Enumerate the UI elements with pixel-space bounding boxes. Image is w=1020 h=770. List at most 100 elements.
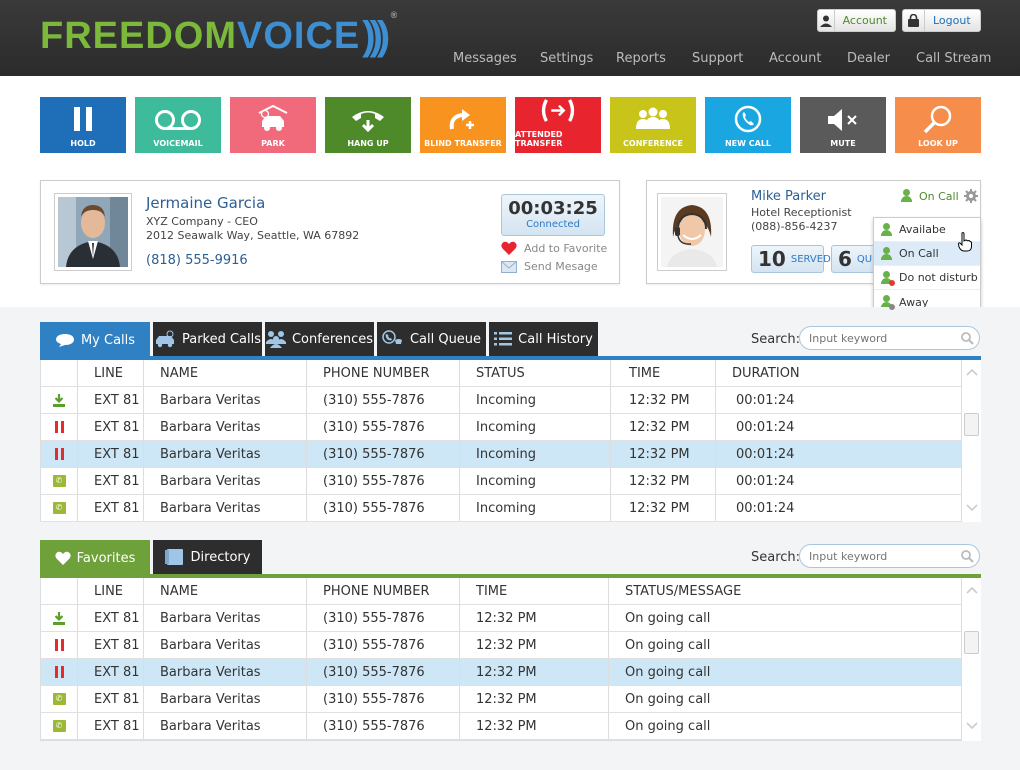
speech-bubble-icon (55, 334, 74, 347)
attended-transfer-button[interactable]: ATTENDED TRANSFER (515, 97, 601, 153)
fav-cell-phone: (310) 555-7876 (307, 632, 460, 658)
tab-conferences[interactable]: Conferences (265, 322, 374, 356)
book-icon (164, 549, 183, 565)
tab-favorites[interactable]: Favorites (40, 540, 150, 576)
fav-row[interactable]: ✆ EXT 81 Barbara Veritas (310) 555-7876 12:3… (41, 713, 981, 740)
calls-cell-time: 12:32 PM (611, 495, 716, 521)
call-queue-icon (382, 330, 402, 344)
fav-row[interactable]: EXT 81 Barbara Veritas (310) 555-7876 12:32… (41, 605, 981, 632)
calls-cell-line: EXT 81 (78, 468, 144, 494)
call-timer-value: 00:03:25 (508, 198, 598, 219)
tab-call-history[interactable]: Call History (489, 322, 598, 356)
calls-table-scrollbar[interactable] (961, 360, 981, 522)
mute-icon (828, 109, 857, 131)
person-icon (880, 222, 893, 237)
fav-cell-time: 12:32 PM (460, 605, 609, 631)
attended-transfer-icon (541, 99, 575, 122)
agent-status-toggle[interactable]: On Call (900, 189, 978, 203)
fav-row[interactable]: ✆ EXT 81 Barbara Veritas (310) 555-7876 12:3… (41, 686, 981, 713)
hold-button[interactable]: HOLD (40, 97, 126, 153)
mute-button[interactable]: MUTE (800, 97, 886, 153)
calls-cell-name: Barbara Veritas (144, 414, 307, 440)
calls-cell-name: Barbara Veritas (144, 387, 307, 413)
app-header: FREEDOM VOICE))) ® Account Logout Messages… (0, 0, 1020, 76)
calls-cell-phone: (310) 555-7876 (307, 414, 460, 440)
calls-search-input[interactable] (799, 326, 980, 350)
phone-status-icon: ✆ (52, 720, 66, 732)
fav-cell-status: On going call (625, 718, 711, 734)
calls-cell-line: EXT 81 (78, 414, 144, 440)
scroll-thumb[interactable] (964, 413, 979, 436)
calls-row[interactable]: EXT 81 Barbara Veritas (310) 555-7876 Incom… (41, 414, 981, 441)
hold-status-icon (54, 639, 64, 651)
fav-cell-line: EXT 81 (78, 659, 144, 685)
tab-my-calls[interactable]: My Calls (40, 322, 150, 358)
envelope-icon (501, 260, 517, 273)
nav-dealer[interactable]: Dealer (847, 51, 890, 66)
calls-cell-line: EXT 81 (78, 387, 144, 413)
fav-cell-name: Barbara Veritas (144, 659, 307, 685)
favorites-search-input[interactable] (799, 544, 980, 568)
call-timer-status: Connected (526, 219, 580, 230)
status-option-do-not-disturb[interactable]: Do not disturb (874, 266, 980, 290)
nav-support[interactable]: Support (692, 51, 743, 66)
call-timer: 00:03:25 Connected (501, 194, 605, 236)
fav-cell-phone: (310) 555-7876 (307, 605, 460, 631)
status-option-on-call[interactable]: On Call (874, 232, 980, 266)
favorites-table-scrollbar[interactable] (961, 578, 981, 741)
fav-row[interactable]: EXT 81 Barbara Veritas (310) 555-7876 12:32… (41, 659, 981, 686)
nav-account[interactable]: Account (769, 51, 822, 66)
calls-row[interactable]: EXT 81 Barbara Veritas (310) 555-7876 Incom… (41, 441, 981, 468)
hold-status-icon (54, 666, 64, 678)
tab-directory[interactable]: Directory (153, 540, 262, 574)
look-up-button[interactable]: LOOK UP (895, 97, 981, 153)
person-icon (900, 189, 913, 203)
tab-call-queue[interactable]: Call Queue (377, 322, 486, 356)
chevron-up-icon (966, 368, 978, 376)
fav-cell-time: 12:32 PM (460, 632, 609, 658)
voicemail-button[interactable]: VOICEMAIL (135, 97, 221, 153)
freedomvoice-logo[interactable]: FREEDOM VOICE))) ® (40, 10, 397, 59)
calls-cell-time: 12:32 PM (611, 441, 716, 467)
fav-row[interactable]: EXT 81 Barbara Veritas (310) 555-7876 12:32… (41, 632, 981, 659)
nav-settings[interactable]: Settings (540, 51, 593, 66)
calls-row[interactable]: ✆ EXT 81 Barbara Veritas (310) 555-7876 Inco… (41, 468, 981, 495)
add-to-favorite-link[interactable]: Add to Favorite (501, 241, 607, 255)
agent-avatar (657, 193, 727, 271)
logout-button[interactable]: Logout (902, 9, 981, 32)
search-icon (961, 332, 974, 345)
conference-button[interactable]: CONFERENCE (610, 97, 696, 153)
calls-cell-time: 12:32 PM (611, 468, 716, 494)
favorites-search-label: Search: (751, 550, 801, 565)
send-message-link[interactable]: Send Mesage (501, 260, 598, 273)
nav-messages[interactable]: Messages (453, 51, 517, 66)
new-call-button[interactable]: NEW CALL (705, 97, 791, 153)
fav-cell-time: 12:32 PM (460, 713, 609, 739)
calls-cell-duration: 00:01:24 (736, 419, 795, 435)
calls-cell-status: Incoming (460, 414, 611, 440)
nav-call-stream[interactable]: Call Stream (916, 51, 991, 66)
blind-transfer-icon (449, 109, 474, 130)
tab-parked-calls[interactable]: Parked Calls (153, 322, 262, 356)
nav-reports[interactable]: Reports (616, 51, 666, 66)
cursor-hand-icon (958, 232, 972, 252)
calls-cell-status: Incoming (460, 468, 611, 494)
fav-cell-phone: (310) 555-7876 (307, 686, 460, 712)
park-button[interactable]: PARK (230, 97, 316, 153)
scroll-thumb[interactable] (964, 631, 979, 654)
fav-cell-line: EXT 81 (78, 632, 144, 658)
fav-cell-status: On going call (625, 610, 711, 626)
phone-status-icon: ✆ (52, 502, 66, 514)
account-button[interactable]: Account (817, 9, 896, 32)
fav-cell-phone: (310) 555-7876 (307, 713, 460, 739)
fav-cell-status: On going call (625, 664, 711, 680)
calls-cell-name: Barbara Veritas (144, 441, 307, 467)
calls-row[interactable]: ✆ EXT 81 Barbara Veritas (310) 555-7876 Inco… (41, 495, 981, 522)
hang-up-button[interactable]: HANG UP (325, 97, 411, 153)
blind-transfer-button[interactable]: BLIND TRANSFER (420, 97, 506, 153)
incoming-status-icon (53, 611, 65, 625)
fav-cell-line: EXT 81 (78, 713, 144, 739)
calls-row[interactable]: EXT 81 Barbara Veritas (310) 555-7876 Incom… (41, 387, 981, 414)
user-icon (818, 10, 835, 31)
fav-cell-time: 12:32 PM (460, 686, 609, 712)
